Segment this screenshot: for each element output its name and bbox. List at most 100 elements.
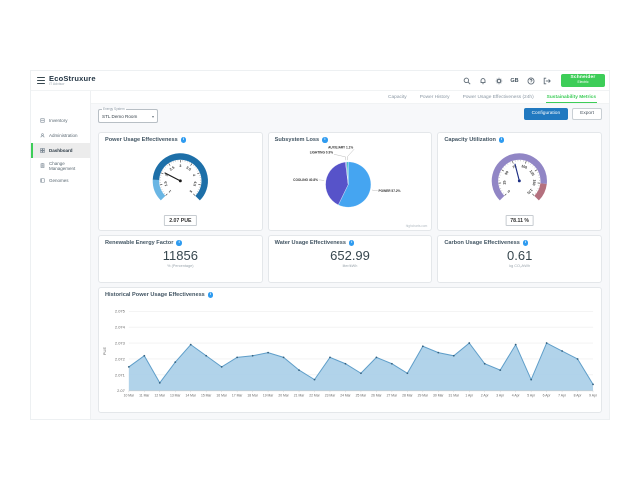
sidebar-item-label: Genomes (49, 178, 69, 183)
carbon-usage-effectiveness-card: Carbon Usage Effectiveness i 0.61 kg CO₂… (437, 235, 602, 283)
svg-text:8 Apr: 8 Apr (574, 394, 583, 398)
svg-text:10 Mar: 10 Mar (124, 394, 135, 398)
brand-subtitle: IT Advisor (49, 83, 96, 87)
pue-gauge-card: Power Usage Effectiveness i 11.522.533.5… (98, 132, 263, 231)
svg-text:175: 175 (527, 188, 534, 195)
search-icon[interactable] (462, 76, 471, 85)
info-icon[interactable]: i (181, 137, 187, 143)
schneider-electric-logo[interactable]: Schneider Electric (561, 74, 605, 87)
svg-text:19 Mar: 19 Mar (263, 394, 274, 398)
brand: EcoStruxure IT Advisor (49, 75, 96, 87)
svg-text:26 Mar: 26 Mar (371, 394, 382, 398)
info-icon[interactable]: i (523, 240, 529, 246)
svg-text:0: 0 (507, 189, 511, 193)
sidebar-item-administration[interactable]: Administration (31, 128, 90, 143)
configuration-button[interactable]: Configuration (524, 108, 569, 120)
info-icon[interactable]: i (322, 137, 328, 143)
svg-text:COOLING 40.8%: COOLING 40.8% (293, 178, 318, 182)
svg-text:3.5: 3.5 (185, 166, 191, 172)
tab-sustainability-metrics[interactable]: Sustainability Metrics (546, 92, 597, 103)
tab-power-history[interactable]: Power History (419, 92, 451, 102)
settings-gear-icon[interactable] (494, 76, 503, 85)
tab-power-usage-effectiveness[interactable]: Power Usage Effectiveness (24h) (462, 92, 535, 102)
logout-icon[interactable] (542, 76, 551, 85)
svg-text:125: 125 (529, 169, 536, 176)
metric-unit: % (Percentage) (99, 264, 262, 268)
svg-text:50: 50 (504, 170, 510, 176)
svg-text:13 Mar: 13 Mar (170, 394, 181, 398)
sidebar-item-genomes[interactable]: Genomes (31, 173, 90, 188)
capacity-gauge: 0255075100125150175 (438, 145, 601, 211)
svg-text:5: 5 (189, 189, 193, 193)
chevron-down-icon: ▾ (152, 114, 154, 119)
top-bar: EcoStruxure IT Advisor GB Schneider (31, 71, 609, 91)
svg-text:16 Mar: 16 Mar (216, 394, 227, 398)
info-icon[interactable]: i (208, 292, 214, 298)
highcharts-credit[interactable]: highcharts.com (406, 224, 428, 228)
metric-value: 0.61 (438, 249, 601, 263)
svg-text:14 Mar: 14 Mar (185, 394, 196, 398)
svg-text:150: 150 (532, 179, 537, 185)
energy-system-value: STL Demo Room (102, 114, 137, 119)
renewable-energy-factor-card: Renewable Energy Factor i 11856 % (Perce… (98, 235, 263, 283)
svg-text:25: 25 (503, 180, 507, 184)
svg-text:23 Mar: 23 Mar (325, 394, 336, 398)
info-icon[interactable]: i (176, 240, 182, 246)
energy-system-select[interactable]: Energy System STL Demo Room ▾ (98, 109, 158, 123)
tab-capacity[interactable]: Capacity (387, 92, 408, 102)
card-title: Historical Power Usage Effectiveness (105, 292, 205, 298)
svg-text:2.074: 2.074 (115, 325, 126, 330)
svg-text:1.5: 1.5 (163, 181, 168, 187)
sidebar-item-label: Inventory (49, 118, 68, 123)
dashboard-grid-icon (40, 148, 45, 153)
sidebar-item-change-management[interactable]: Change Management (31, 158, 90, 173)
svg-text:PUE: PUE (102, 347, 107, 356)
water-usage-effectiveness-card: Water Usage Effectiveness i 652.99 liter… (268, 235, 433, 283)
svg-text:25 Mar: 25 Mar (356, 394, 367, 398)
help-icon[interactable] (526, 76, 535, 85)
user-initials-badge[interactable]: GB (510, 76, 519, 85)
metric-value: 652.99 (269, 249, 432, 263)
app-window: EcoStruxure IT Advisor GB Schneider (30, 70, 610, 420)
schneider-logo-line2: Electric (577, 81, 588, 84)
card-title: Subsystem Loss (275, 137, 319, 143)
svg-text:6 Apr: 6 Apr (543, 394, 552, 398)
svg-text:4.5: 4.5 (192, 181, 197, 187)
metric-unit: liter/kWh (269, 264, 432, 268)
info-icon[interactable]: i (349, 240, 355, 246)
sidebar-item-label: Administration (49, 133, 78, 138)
svg-text:POWER 57.2%: POWER 57.2% (378, 189, 400, 193)
sidebar-item-inventory[interactable]: Inventory (31, 113, 90, 128)
brand-name: EcoStruxure (49, 75, 96, 83)
svg-text:LIGHTING 0.9%: LIGHTING 0.9% (309, 150, 333, 154)
svg-text:2.073: 2.073 (115, 340, 126, 345)
svg-text:2.071: 2.071 (115, 372, 126, 377)
svg-text:2.075: 2.075 (115, 309, 126, 314)
metric-value: 11856 (99, 249, 262, 263)
inventory-cube-icon (40, 118, 45, 123)
card-title: Renewable Energy Factor (105, 240, 173, 246)
svg-text:28 Mar: 28 Mar (402, 394, 413, 398)
sidebar-item-dashboard[interactable]: Dashboard (31, 143, 90, 158)
subsystem-loss-card: Subsystem Loss i POWER 57.2% COOLING 40.8… (268, 132, 433, 231)
info-icon[interactable]: i (499, 137, 505, 143)
svg-text:3 Apr: 3 Apr (496, 394, 505, 398)
menu-icon[interactable] (37, 77, 45, 84)
svg-text:5 Apr: 5 Apr (527, 394, 536, 398)
genomes-book-icon (40, 178, 45, 183)
export-button[interactable]: Export (572, 108, 602, 120)
main-content: Energy System STL Demo Room ▾ Configurat… (91, 104, 609, 419)
svg-text:12 Mar: 12 Mar (155, 394, 166, 398)
svg-text:9 Apr: 9 Apr (589, 394, 598, 398)
alarms-bell-icon[interactable] (478, 76, 487, 85)
energy-system-label: Energy System (102, 108, 126, 111)
clipboard-icon (40, 163, 45, 168)
svg-text:4: 4 (192, 174, 196, 177)
card-title: Water Usage Effectiveness (275, 240, 346, 246)
card-title: Power Usage Effectiveness (105, 137, 178, 143)
svg-text:1: 1 (168, 189, 172, 193)
svg-text:17 Mar: 17 Mar (232, 394, 243, 398)
capacity-value-chip: 78.11 % (505, 215, 534, 226)
svg-text:20 Mar: 20 Mar (278, 394, 289, 398)
subsystem-loss-pie: POWER 57.2%COOLING 40.8%LIGHTING 0.9%AUX… (269, 145, 432, 219)
